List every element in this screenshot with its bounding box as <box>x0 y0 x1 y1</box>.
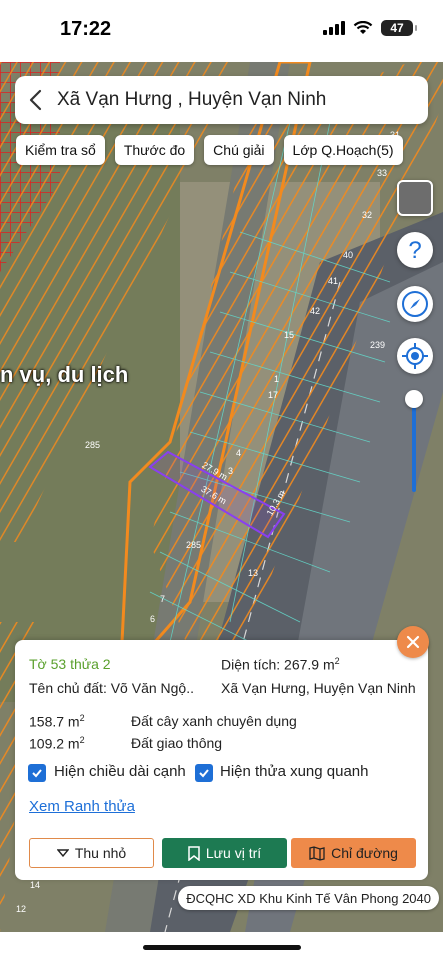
parcel-number: 7 <box>160 594 166 604</box>
my-location-button[interactable] <box>397 338 433 374</box>
show-neighbors-checkbox[interactable] <box>195 764 213 782</box>
chevron-down-icon <box>56 849 69 857</box>
back-icon[interactable] <box>15 76 55 124</box>
parcel-number: 40 <box>343 250 354 260</box>
bookmark-icon <box>188 845 200 861</box>
directions-label: Chỉ đường <box>331 845 398 861</box>
show-neighbors-label[interactable]: Hiện thửa xung quanh <box>220 763 368 780</box>
parcel-number: 15 <box>284 330 295 340</box>
parcel-number: 14 <box>30 880 41 890</box>
parcel-number: 4 <box>236 448 242 458</box>
search-bar[interactable]: Xã Vạn Hưng , Huyện Vạn Ninh <box>15 76 428 124</box>
compass-icon <box>402 291 428 317</box>
minimize-label: Thu nhỏ <box>74 845 127 861</box>
parcel-number: 17 <box>268 390 279 400</box>
map-icon <box>309 845 325 861</box>
parcel-number: 13 <box>248 568 259 578</box>
status-icons: 47 <box>323 20 417 36</box>
chip-planning-layer[interactable]: Lớp Q.Hoạch(5) <box>283 135 403 165</box>
parcel-number: 41 <box>328 276 339 286</box>
chip-legend[interactable]: Chú giải <box>204 135 274 165</box>
location-title[interactable]: Xã Vạn Hưng , Huyện Vạn Ninh <box>57 89 326 111</box>
basemap-layer-button[interactable] <box>397 180 433 216</box>
close-icon <box>406 635 420 649</box>
parcel-number: 33 <box>377 168 388 178</box>
map-area-label: n vụ, du lịch <box>0 362 129 387</box>
zoom-slider-handle[interactable] <box>405 390 423 408</box>
data-source-tag: ĐCQHC XD Khu Kinh Tế Vân Phong 2040 <box>178 886 439 910</box>
chip-check-book[interactable]: Kiểm tra sổ <box>16 135 105 165</box>
usage-area: 158.7 m2 <box>29 713 85 730</box>
owner-name: Tên chủ đất: Võ Văn Ngộ.. <box>29 680 194 696</box>
parcel-number: 285 <box>186 540 202 550</box>
usage-type: Đất cây xanh chuyên dụng <box>131 713 297 729</box>
parcel-number: 1 <box>274 374 280 384</box>
usage-type: Đất giao thông <box>131 735 223 751</box>
checkmark-icon <box>199 769 209 778</box>
status-bar: 17:22 47 <box>0 0 443 62</box>
signal-icon <box>323 21 345 35</box>
parcel-area: Diện tích: 267.9 m2 <box>221 656 340 673</box>
directions-button[interactable]: Chỉ đường <box>291 838 416 868</box>
parcel-number: 3 <box>228 466 234 476</box>
parcel-location: Xã Vạn Hưng, Huyện Vạn Ninh <box>221 680 416 696</box>
tool-chips: Kiểm tra sổ Thước đo Chú giải Lớp Q.Hoạc… <box>16 135 403 165</box>
help-icon: ? <box>399 234 431 266</box>
wifi-icon <box>353 21 373 34</box>
save-location-button[interactable]: Lưu vị trí <box>162 838 287 868</box>
parcel-number: 42 <box>310 306 321 316</box>
parcel-number: 12 <box>16 904 27 914</box>
parcel-number: 285 <box>85 440 101 450</box>
zoom-slider-track[interactable] <box>412 398 416 492</box>
parcel-number: 32 <box>362 210 373 220</box>
status-time: 17:22 <box>60 18 112 40</box>
show-edges-label[interactable]: Hiện chiều dài cạnh <box>54 763 186 780</box>
battery-icon: 47 <box>381 20 417 36</box>
compass-button[interactable] <box>397 286 433 322</box>
checkmark-icon <box>32 769 42 778</box>
minimize-button[interactable]: Thu nhỏ <box>29 838 154 868</box>
home-indicator[interactable] <box>143 945 301 950</box>
crosshair-icon <box>402 343 428 369</box>
show-edges-checkbox[interactable] <box>28 764 46 782</box>
parcel-number: 239 <box>370 340 386 350</box>
usage-area: 109.2 m2 <box>29 735 85 752</box>
parcel-id: Tờ 53 thửa 2 <box>29 656 111 672</box>
view-boundary-link[interactable]: Xem Ranh thửa <box>29 798 135 815</box>
help-button[interactable]: ? <box>397 232 433 268</box>
save-location-label: Lưu vị trí <box>205 845 262 861</box>
parcel-number: 6 <box>150 614 156 624</box>
svg-text:?: ? <box>408 237 421 264</box>
chip-ruler[interactable]: Thước đo <box>114 135 195 165</box>
close-panel-button[interactable] <box>397 626 429 658</box>
